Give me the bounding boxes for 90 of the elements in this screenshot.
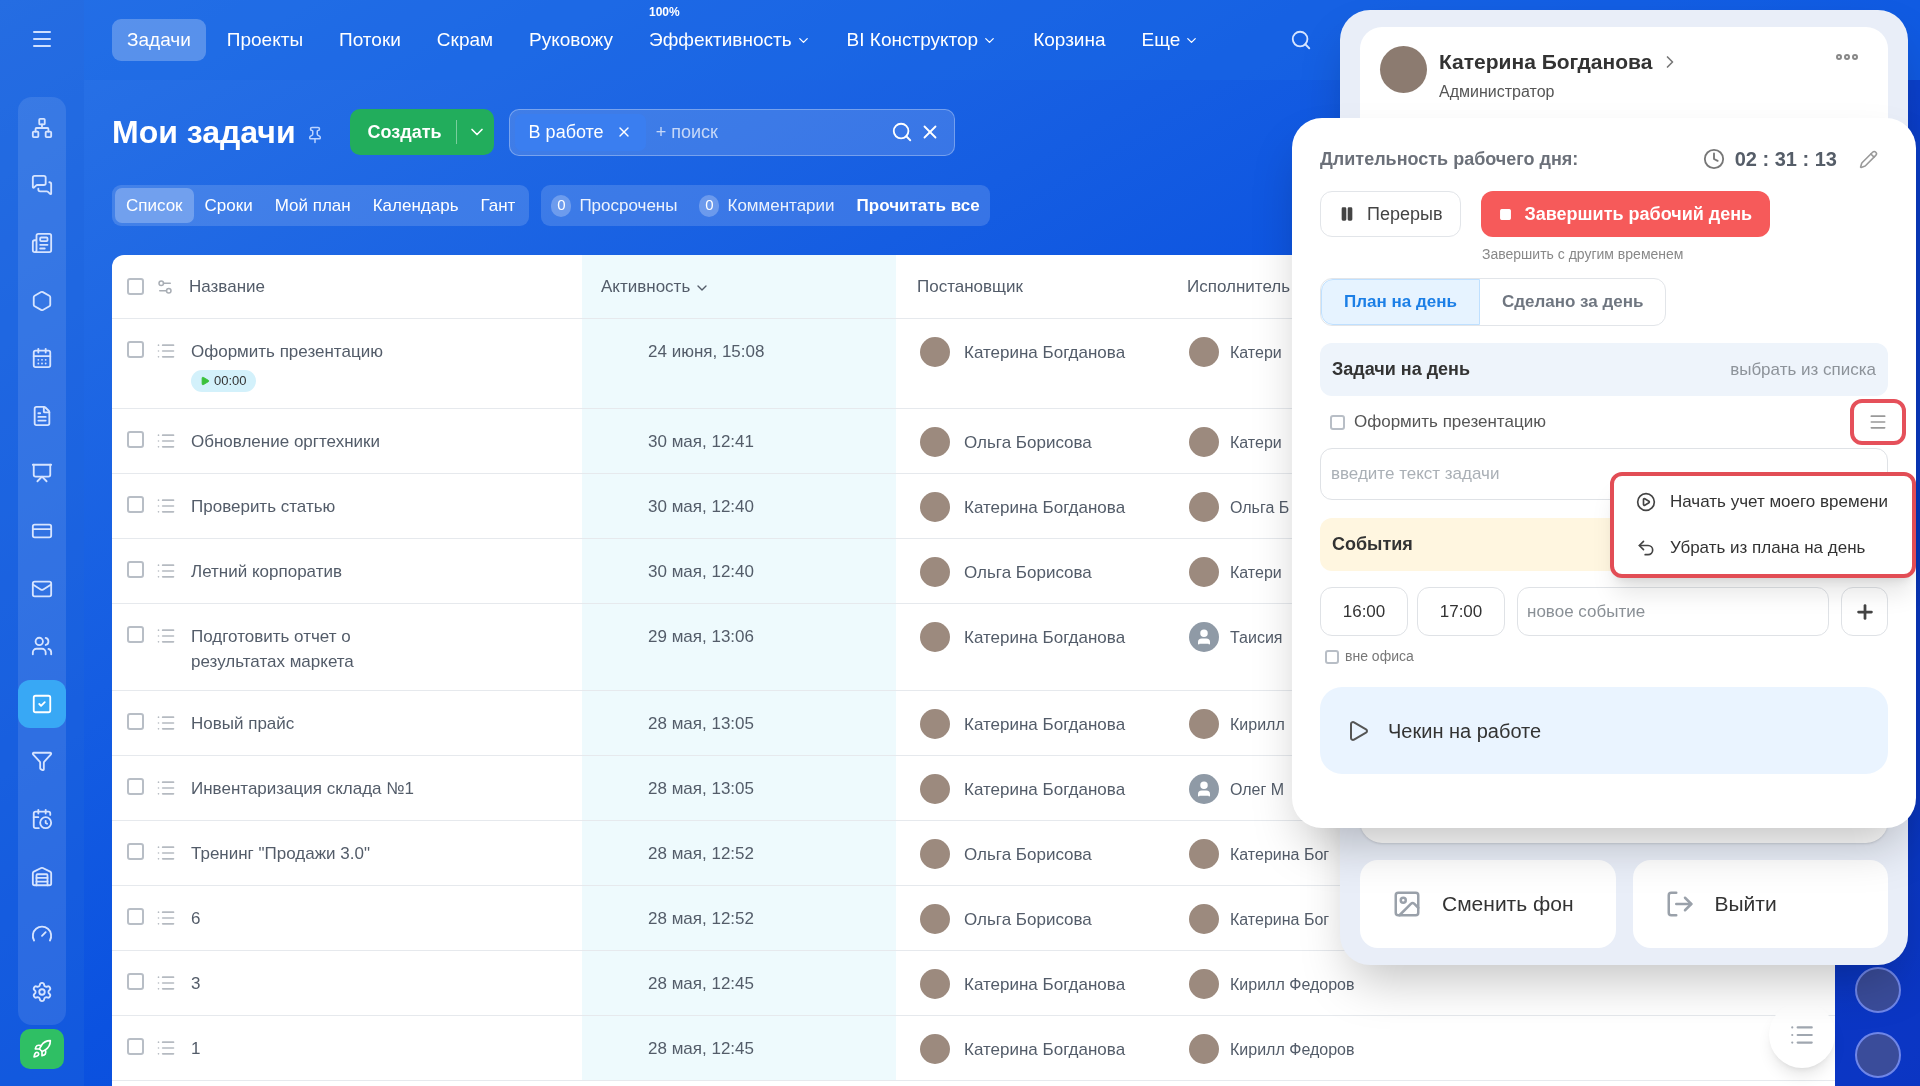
activity-date: 28 мая, 12:45 bbox=[648, 974, 754, 993]
section-title: Задачи на день bbox=[1332, 358, 1471, 381]
task-title[interactable]: Подготовить отчет о результатах маркета bbox=[191, 624, 354, 674]
task-title[interactable]: Летний корпоратив bbox=[191, 559, 342, 584]
day-tab[interactable]: План на день bbox=[1321, 279, 1480, 325]
creator-name[interactable]: Ольга Борисова bbox=[964, 839, 1092, 871]
assignee-name[interactable]: Катерина Бог bbox=[1230, 904, 1330, 936]
nav-tab[interactable]: Руковожу bbox=[514, 19, 628, 61]
creator-name[interactable]: Катерина Богданова bbox=[964, 622, 1126, 654]
assignee-name[interactable]: Кирилл Федоров bbox=[1230, 1034, 1355, 1066]
column-header[interactable]: Исполнитель bbox=[1187, 273, 1291, 300]
nav-tab[interactable]: Корзина bbox=[1018, 19, 1121, 61]
assignee-name[interactable]: Катери bbox=[1230, 557, 1282, 589]
creator-name[interactable]: Катерина Богданова bbox=[964, 969, 1126, 1001]
creator-name[interactable]: Ольга Борисова bbox=[964, 427, 1092, 459]
assignee-name[interactable]: Кирилл Федоров bbox=[1230, 969, 1355, 1001]
workday-timer: 02 : 31 : 13 bbox=[1734, 147, 1837, 172]
creator-name[interactable]: Катерина Богданова bbox=[964, 337, 1126, 369]
activity-date: 28 мая, 12:45 bbox=[648, 1039, 754, 1058]
activity-date: 30 мая, 12:40 bbox=[648, 562, 754, 581]
nav-tab[interactable]: BI Конструктор bbox=[831, 19, 1013, 61]
finish-other-time-link[interactable]: Завершить с другим временем bbox=[1482, 244, 1684, 265]
search-input[interactable]: + поиск bbox=[655, 118, 891, 146]
creator-name[interactable]: Катерина Богданова bbox=[964, 709, 1126, 741]
start-time-field[interactable]: 16:00 bbox=[1320, 587, 1408, 636]
logout-button[interactable]: Выйти bbox=[1632, 860, 1888, 948]
assignee-name[interactable]: Катерина Бог bbox=[1230, 839, 1330, 871]
task-title[interactable]: Проверить статью bbox=[191, 494, 336, 519]
view-tab[interactable]: Гант bbox=[469, 188, 527, 223]
activity-date: 28 мая, 13:05 bbox=[648, 779, 754, 798]
assignee-name[interactable]: Кирилл bbox=[1230, 709, 1285, 741]
change-background-button[interactable]: Сменить фон bbox=[1360, 860, 1616, 948]
activity-date: 29 мая, 13:06 bbox=[648, 627, 754, 646]
task-title[interactable]: Новый прайс bbox=[191, 711, 295, 736]
nav-tab[interactable]: Еще bbox=[1126, 19, 1215, 61]
activity-date: 28 мая, 13:05 bbox=[648, 714, 754, 733]
checkin-button[interactable]: Чекин на работе bbox=[1320, 687, 1888, 774]
counter-badge: 0 bbox=[551, 194, 572, 217]
nav-tab[interactable]: Эффективность bbox=[634, 19, 826, 61]
filter-chip[interactable]: В работе bbox=[514, 113, 646, 151]
profile-role: Администратор bbox=[1439, 81, 1556, 102]
assignee-name[interactable]: Катери bbox=[1230, 427, 1282, 459]
profile-name[interactable]: Катерина Богданова bbox=[1439, 46, 1653, 78]
day-tab[interactable]: Сделано за день bbox=[1479, 279, 1666, 325]
assignee-name[interactable]: Ольга Б bbox=[1230, 492, 1290, 524]
creator-name[interactable]: Ольга Борисова bbox=[964, 904, 1092, 936]
column-header[interactable]: Название bbox=[189, 273, 265, 300]
creator-name[interactable]: Ольга Борисова bbox=[964, 557, 1092, 589]
task-title[interactable]: 1 bbox=[191, 1036, 201, 1061]
pause-button[interactable]: Перерыв bbox=[1320, 191, 1462, 237]
day-task-title[interactable]: Оформить презентацию bbox=[1354, 409, 1546, 435]
counter-filter[interactable]: Комментарии bbox=[727, 192, 835, 219]
page-title: Мои задачи bbox=[112, 113, 296, 152]
task-title[interactable]: 3 bbox=[191, 971, 201, 996]
timer-badge[interactable]: 00:00 bbox=[191, 370, 256, 392]
activity-date: 28 мая, 12:52 bbox=[648, 844, 754, 863]
section-title: События bbox=[1332, 533, 1413, 556]
creator-name[interactable]: Катерина Богданова bbox=[964, 774, 1126, 806]
view-tab[interactable]: Календарь bbox=[361, 188, 470, 223]
search-field[interactable]: В работе + поиск bbox=[508, 108, 955, 156]
activity-date: 30 мая, 12:40 bbox=[648, 497, 754, 516]
nav-tab[interactable]: Скрам bbox=[421, 19, 509, 61]
view-tab[interactable]: Сроки bbox=[193, 188, 264, 223]
nav-tab[interactable]: Потоки bbox=[324, 19, 416, 61]
task-title[interactable]: Обновление оргтехники bbox=[191, 429, 380, 454]
nav-tab[interactable]: Проекты bbox=[211, 19, 319, 61]
assignee-name[interactable]: Олег М bbox=[1230, 774, 1285, 806]
creator-name[interactable]: Катерина Богданова bbox=[964, 492, 1126, 524]
percent-label: 100% bbox=[649, 4, 680, 21]
task-title[interactable]: 6 bbox=[191, 906, 201, 931]
counter-filter[interactable]: Просрочены bbox=[579, 192, 678, 219]
activity-date: 30 мая, 12:41 bbox=[648, 432, 754, 451]
column-header[interactable]: Постановщик bbox=[917, 273, 1024, 300]
column-header[interactable]: Активность bbox=[601, 273, 691, 300]
read-all-link[interactable]: Прочитать все bbox=[856, 192, 980, 219]
event-input[interactable]: новое событие bbox=[1517, 587, 1829, 636]
task-title[interactable]: Оформить презентацию bbox=[191, 339, 383, 364]
workday-title: Длительность рабочего дня: bbox=[1320, 147, 1579, 171]
counter-badge: 0 bbox=[699, 194, 720, 217]
end-time-field[interactable]: 17:00 bbox=[1417, 587, 1505, 636]
menu-item[interactable]: Убрать из плана на день bbox=[1636, 527, 1912, 569]
task-title[interactable]: Инвентаризация склада №1 bbox=[191, 776, 414, 801]
creator-name[interactable]: Катерина Богданова bbox=[964, 1034, 1126, 1066]
task-title[interactable]: Тренинг "Продажи 3.0" bbox=[191, 841, 370, 866]
assignee-name[interactable]: Катери bbox=[1230, 337, 1282, 369]
activity-date: 24 июня, 15:08 bbox=[648, 342, 765, 361]
assignee-name[interactable]: Таисия bbox=[1230, 622, 1283, 654]
view-tab[interactable]: Мой план bbox=[263, 188, 362, 223]
checkbox-label[interactable]: вне офиса bbox=[1345, 646, 1414, 667]
activity-date: 28 мая, 12:52 bbox=[648, 909, 754, 928]
